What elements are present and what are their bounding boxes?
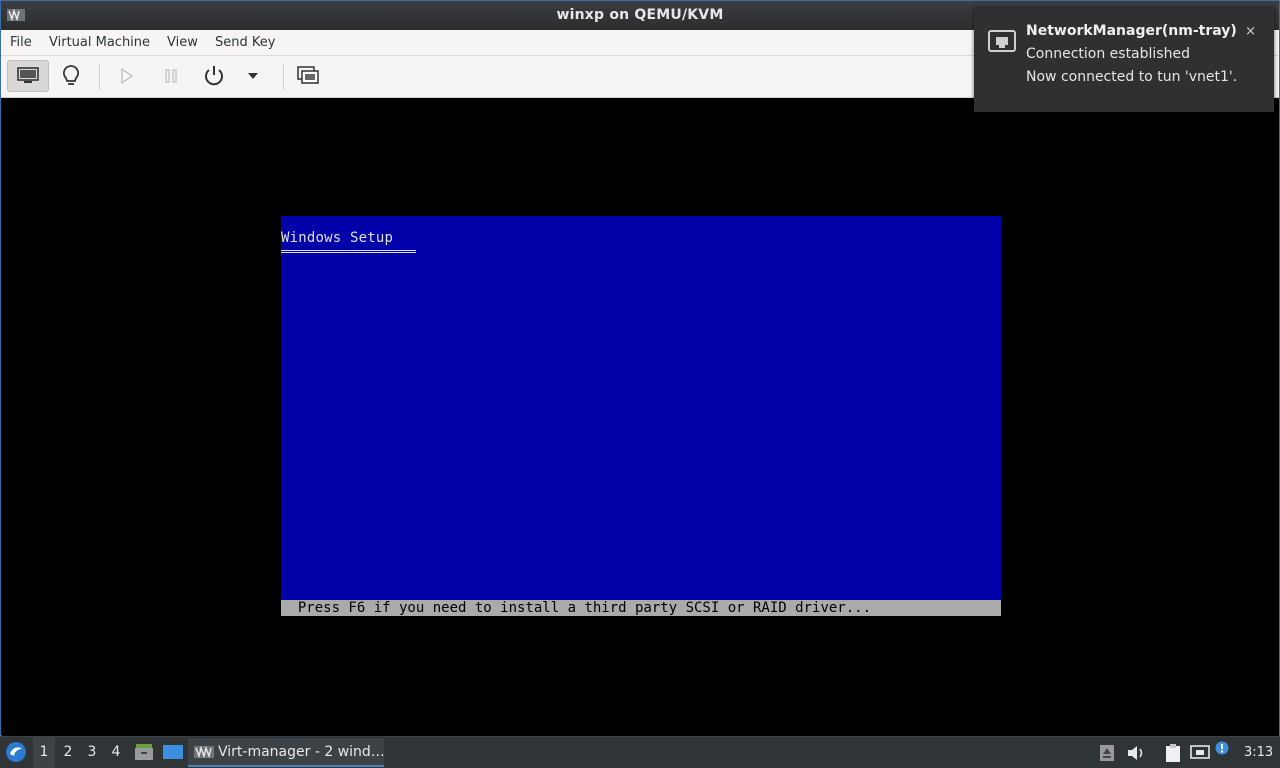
workspace-2[interactable]: 2 (57, 737, 79, 768)
setup-title: Windows Setup (281, 230, 394, 246)
shutdown-menu-button[interactable] (233, 60, 273, 92)
toolbar-separator (283, 64, 284, 90)
setup-status-line: Press F6 if you need to install a third … (281, 600, 1001, 616)
lxqt-logo-icon (6, 742, 26, 762)
menu-view[interactable]: View (167, 35, 198, 50)
info-icon (1215, 741, 1229, 755)
network-wired-icon (1190, 745, 1210, 759)
notification-close-button[interactable]: × (1245, 24, 1256, 39)
menu-send-key[interactable]: Send Key (215, 35, 275, 50)
virt-manager-icon (194, 746, 214, 758)
workspace-3[interactable]: 3 (81, 737, 103, 768)
fullscreen-icon (297, 66, 319, 84)
lightbulb-icon (63, 65, 79, 85)
workspace-1[interactable]: 1 (33, 737, 55, 768)
taskbar-item-label: Virt-manager - 2 wind… (218, 744, 385, 760)
speaker-icon (1128, 746, 1143, 760)
details-button[interactable] (51, 60, 91, 92)
setup-title-underline (281, 250, 416, 253)
notification-body: Now connected to tun 'vnet1'. (1026, 69, 1238, 85)
vm-display[interactable]: Windows Setup Press F6 if you need to in… (2, 98, 1279, 736)
workspace-4[interactable]: 4 (105, 737, 127, 768)
removable-media-tray[interactable] (1096, 742, 1118, 764)
fullscreen-button[interactable] (288, 60, 328, 92)
menu-virtual-machine[interactable]: Virtual Machine (49, 35, 150, 50)
monitor-icon (17, 67, 39, 83)
start-menu-button[interactable] (5, 741, 27, 763)
play-icon (121, 68, 134, 84)
taskbar-item-virt-manager[interactable]: Virt-manager - 2 wind… (188, 738, 385, 767)
menu-file[interactable]: File (10, 35, 32, 50)
show-desktop-button[interactable] (162, 743, 184, 763)
clock[interactable]: 3:13 (1244, 745, 1273, 760)
windows-setup-screen[interactable]: Windows Setup Press F6 if you need to in… (281, 216, 1001, 616)
network-wired-icon (988, 30, 1016, 52)
toolbar-separator (99, 64, 100, 90)
notification-tray[interactable] (1214, 740, 1230, 756)
network-notification[interactable]: NetworkManager(nm-tray) Connection estab… (974, 8, 1274, 112)
network-tray[interactable] (1189, 742, 1211, 764)
console-button[interactable] (7, 60, 49, 92)
taskbar: 1 2 3 4 Virt-manager - 2 wind… 3:13 (0, 736, 1280, 768)
run-button[interactable] (107, 60, 147, 92)
pause-button[interactable] (151, 60, 191, 92)
volume-tray[interactable] (1125, 742, 1147, 764)
power-icon (205, 66, 223, 86)
shutdown-button[interactable] (194, 60, 234, 92)
eject-icon (1100, 745, 1114, 761)
file-manager-launcher[interactable] (134, 742, 154, 762)
file-manager-icon (135, 744, 153, 760)
desktop-icon (163, 745, 183, 759)
chevron-down-icon (248, 73, 258, 79)
pause-icon (165, 69, 177, 83)
clipboard-icon (1166, 744, 1180, 762)
notification-app-name: NetworkManager(nm-tray) (1026, 23, 1237, 39)
clipboard-tray[interactable] (1162, 742, 1184, 764)
notification-summary: Connection established (1026, 46, 1190, 62)
